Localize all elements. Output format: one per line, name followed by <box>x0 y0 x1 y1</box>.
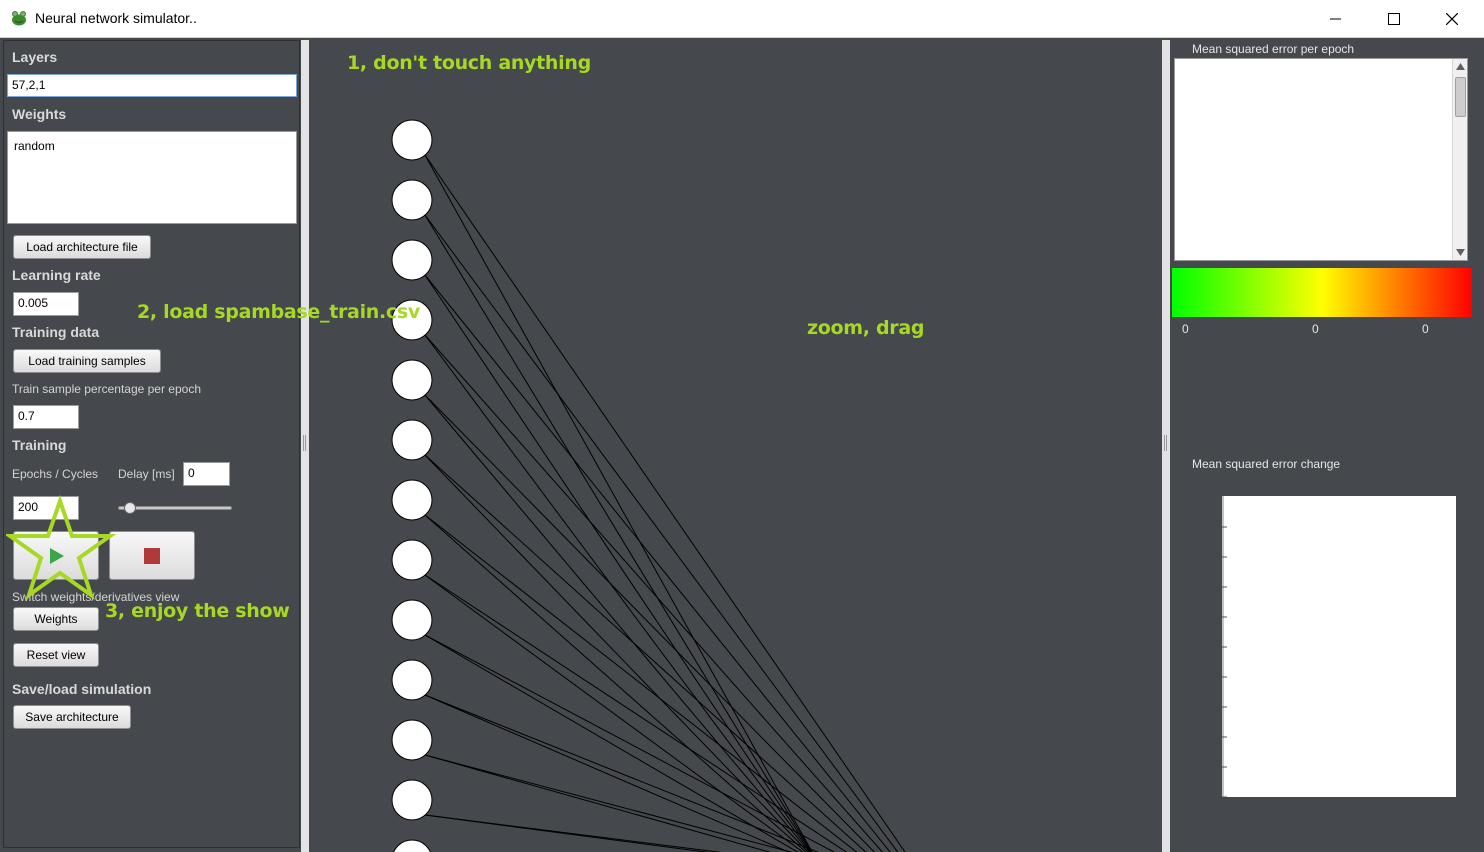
connection-edge <box>424 394 811 852</box>
minimize-icon <box>1330 18 1341 20</box>
input-neuron[interactable] <box>391 359 433 401</box>
error-gradient-bar <box>1172 268 1472 317</box>
maximize-icon <box>1388 13 1400 25</box>
train-percentage-label: Train sample percentage per epoch <box>12 382 201 396</box>
connection-edge <box>424 754 793 852</box>
mse-epoch-title: Mean squared error per epoch <box>1192 42 1355 56</box>
learning-rate-input[interactable]: 0.005 <box>13 292 79 316</box>
input-neuron[interactable] <box>391 419 433 461</box>
stop-button[interactable] <box>109 531 195 580</box>
scroll-up-icon[interactable] <box>1456 63 1465 70</box>
mse-change-chart <box>1222 496 1456 798</box>
close-icon <box>1446 13 1458 25</box>
connection-edge <box>424 154 813 852</box>
gradient-label-max: 0 <box>1422 322 1429 336</box>
left-splitter[interactable] <box>301 40 309 852</box>
minimize-button[interactable] <box>1307 0 1365 38</box>
weights-heading: Weights <box>12 106 67 122</box>
connection-edge <box>424 214 899 852</box>
annotation-hint: zoom, drag <box>807 317 925 339</box>
reset-view-button[interactable]: Reset view <box>13 643 99 667</box>
layers-heading: Layers <box>12 49 58 65</box>
mse-epoch-chart <box>1174 58 1468 261</box>
input-neuron[interactable] <box>391 719 433 761</box>
training-heading: Training <box>12 437 67 453</box>
training-data-heading: Training data <box>12 324 100 340</box>
delay-label: Delay [ms] <box>118 467 175 481</box>
maximize-button[interactable] <box>1365 0 1423 38</box>
annotation-step2: 2, load spambase_train.csv <box>137 301 420 323</box>
gradient-label-mid: 0 <box>1312 322 1319 336</box>
frog-icon <box>12 11 26 26</box>
scrollbar-thumb[interactable] <box>1455 77 1466 117</box>
connection-edge <box>424 634 835 852</box>
gradient-label-min: 0 <box>1182 322 1189 336</box>
input-neuron[interactable] <box>391 239 433 281</box>
learning-rate-heading: Learning rate <box>12 267 101 283</box>
connection-edge <box>424 634 799 852</box>
network-graph <box>391 119 906 852</box>
network-canvas[interactable] <box>311 38 1162 852</box>
stats-panel: Mean squared error per epoch 0 0 0 Mean … <box>1170 38 1484 852</box>
right-splitter[interactable] <box>1162 40 1170 852</box>
connection-edge <box>424 214 813 852</box>
input-neuron[interactable] <box>391 479 433 521</box>
connection-edge <box>424 274 891 852</box>
connection-edge <box>424 514 807 852</box>
layers-input[interactable]: 57,2,1 <box>7 74 297 97</box>
control-panel: Layers 57,2,1 Weights random Load archit… <box>3 40 300 848</box>
slider-thumb[interactable] <box>123 502 136 514</box>
load-training-samples-button[interactable]: Load training samples <box>13 349 161 373</box>
annotation-step3: 3, enjoy the show <box>105 600 290 622</box>
scroll-down-icon[interactable] <box>1456 249 1465 256</box>
title-bar: Neural network simulator.. <box>0 0 1484 38</box>
save-load-heading: Save/load simulation <box>12 681 152 697</box>
input-neuron[interactable] <box>391 599 433 641</box>
connection-edge <box>424 274 812 852</box>
splitter-grip <box>303 435 306 451</box>
input-neuron[interactable] <box>391 539 433 581</box>
stop-icon <box>144 547 160 564</box>
connection-edge <box>424 814 722 852</box>
delay-input[interactable]: 0 <box>183 462 230 486</box>
mse-change-title: Mean squared error change <box>1192 457 1341 471</box>
input-neuron[interactable] <box>391 179 433 221</box>
splitter-grip <box>1164 435 1167 451</box>
mse-change-axis <box>1222 496 1227 798</box>
input-neuron[interactable] <box>392 839 432 852</box>
weights-view-button[interactable]: Weights <box>13 607 99 631</box>
save-architecture-button[interactable]: Save architecture <box>13 705 131 729</box>
connection-edge <box>424 574 804 852</box>
close-button[interactable] <box>1423 0 1481 38</box>
weights-textarea[interactable]: random <box>7 131 297 224</box>
epochs-label: Epochs / Cycles <box>12 467 99 481</box>
input-neuron[interactable] <box>391 119 433 161</box>
train-percentage-input[interactable]: 0.7 <box>13 405 79 429</box>
vertical-scrollbar[interactable] <box>1452 59 1467 260</box>
connection-edge <box>424 154 906 852</box>
input-neuron[interactable] <box>391 779 433 821</box>
delay-slider[interactable] <box>118 501 232 515</box>
connection-edge <box>424 454 867 852</box>
star-highlight-icon <box>6 495 116 601</box>
connection-edge <box>424 394 875 852</box>
window-title: Neural network simulator.. <box>35 10 197 26</box>
load-architecture-button[interactable]: Load architecture file <box>13 235 151 259</box>
annotation-step1: 1, don't touch anything <box>347 52 591 74</box>
input-neuron[interactable] <box>391 659 433 701</box>
